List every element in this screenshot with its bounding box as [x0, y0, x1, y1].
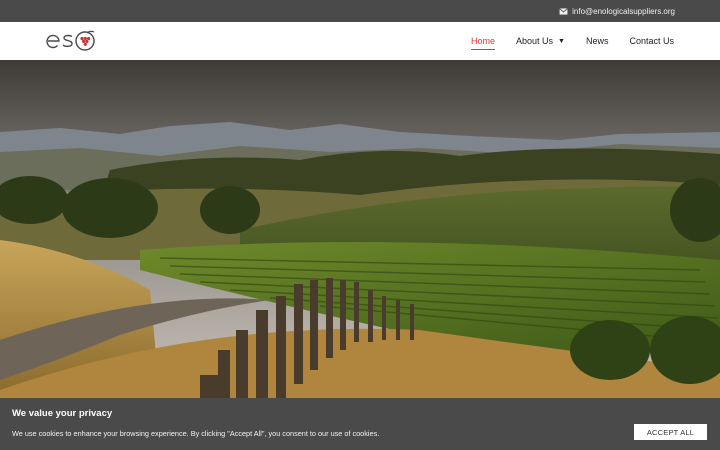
- hero-vineyard-image: [0, 60, 720, 398]
- nav-news[interactable]: News: [586, 22, 609, 60]
- envelope-icon: [559, 7, 568, 15]
- nav-contact-us[interactable]: Contact Us: [629, 22, 674, 60]
- email-text: info@enologicalsuppliers.org: [572, 6, 675, 16]
- accept-all-button[interactable]: ACCEPT ALL: [634, 424, 707, 440]
- chevron-down-icon: ▼: [558, 37, 565, 45]
- top-bar: info@enologicalsuppliers.org: [0, 0, 720, 22]
- cookie-title: We value your privacy: [12, 408, 113, 419]
- main-nav: Home About Us ▼ News Contact Us: [450, 22, 674, 60]
- nav-about-us[interactable]: About Us ▼: [516, 22, 565, 60]
- site-header: Home About Us ▼ News Contact Us: [0, 22, 720, 60]
- vineyard-landscape: [0, 60, 720, 398]
- nav-home[interactable]: Home: [470, 22, 495, 60]
- site-logo[interactable]: [46, 28, 112, 54]
- cookie-banner: We value your privacy We use cookies to …: [0, 398, 720, 450]
- eso-logo: [46, 30, 95, 51]
- cookie-text: We use cookies to enhance your browsing …: [12, 429, 380, 438]
- email-link[interactable]: info@enologicalsuppliers.org: [559, 7, 675, 16]
- nav-about-us-label: About Us: [515, 36, 554, 46]
